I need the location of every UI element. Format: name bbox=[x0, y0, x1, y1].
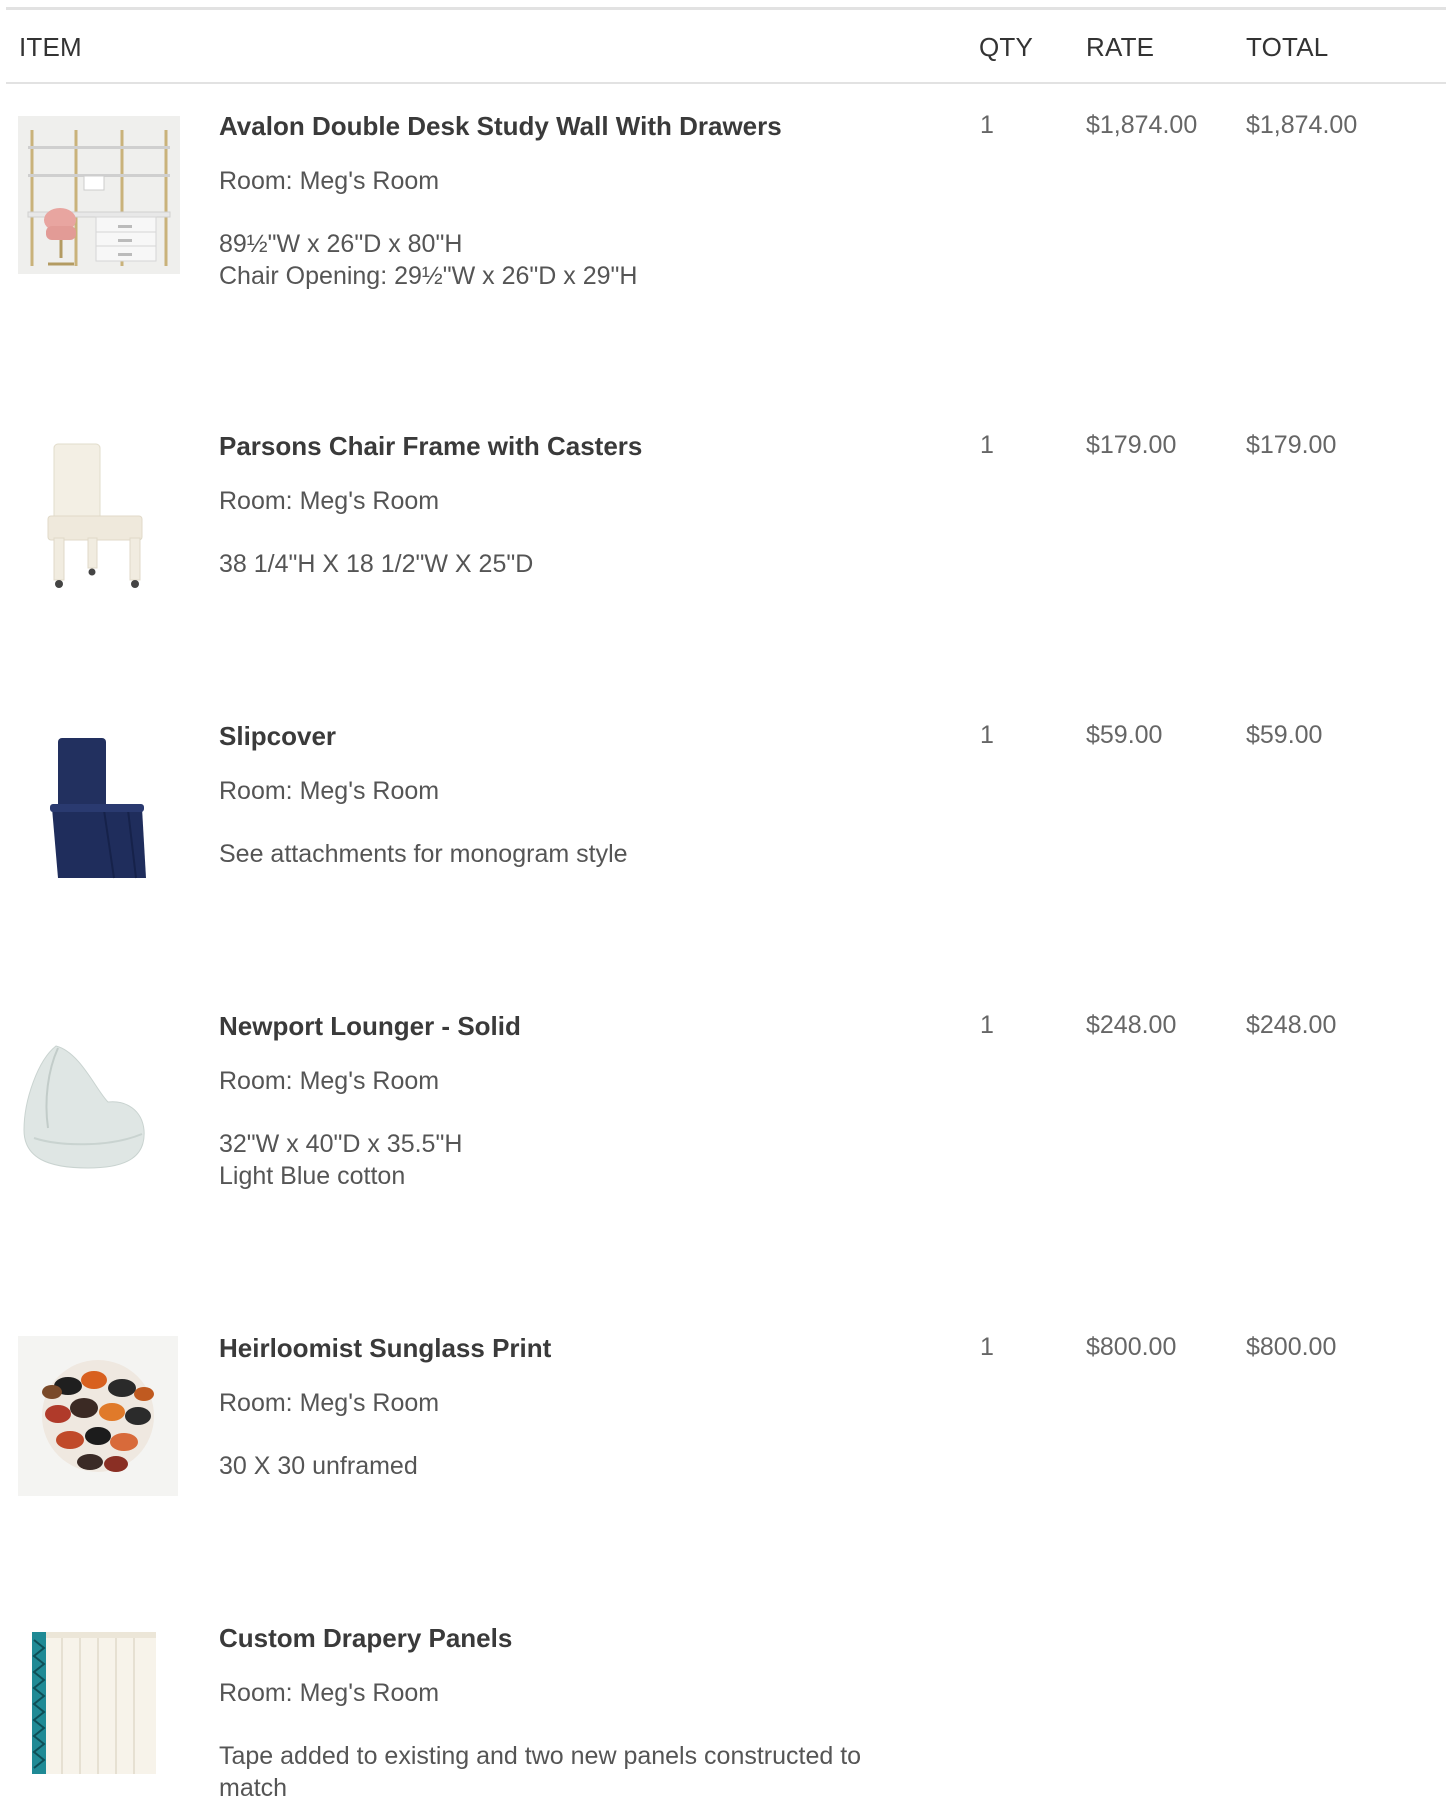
item-note-line: See attachments for monogram style bbox=[219, 840, 628, 868]
chair-frame-image bbox=[18, 438, 180, 603]
item-note-line: 32"W x 40"D x 35.5"H bbox=[219, 1130, 463, 1158]
item-total: $59.00 bbox=[1246, 721, 1323, 749]
item-details: Slipcover Room: Meg's Room See attachmen… bbox=[219, 720, 899, 870]
item-room: Room: Meg's Room bbox=[219, 1679, 440, 1707]
item-details: Heirloomist Sunglass Print Room: Meg's R… bbox=[219, 1332, 899, 1482]
estimate-sheet: ITEM QTY RATE TOTAL Avalon Double Desk S… bbox=[0, 0, 1452, 1802]
item-name: Avalon Double Desk Study Wall With Drawe… bbox=[219, 111, 782, 141]
item-name: Newport Lounger - Solid bbox=[219, 1011, 521, 1041]
item-qty: 1 bbox=[980, 111, 994, 139]
item-rate: $59.00 bbox=[1086, 721, 1163, 749]
desk-wall-image bbox=[18, 116, 180, 279]
item-qty: 1 bbox=[980, 721, 994, 749]
item-note-line: Tape added to existing and two new panel… bbox=[219, 1742, 862, 1802]
item-notes: See attachments for monogram style bbox=[219, 838, 899, 870]
item-room: Room: Meg's Room bbox=[219, 167, 440, 195]
item-total: $800.00 bbox=[1246, 1333, 1337, 1361]
drapery-image bbox=[18, 1630, 180, 1785]
item-details: Avalon Double Desk Study Wall With Drawe… bbox=[219, 110, 899, 292]
item-name: Slipcover bbox=[219, 721, 337, 751]
item-note-line: 89½"W x 26"D x 80"H bbox=[219, 230, 463, 258]
item-room: Room: Meg's Room bbox=[219, 1067, 440, 1095]
item-details: Custom Drapery Panels Room: Meg's Room T… bbox=[219, 1622, 899, 1804]
item-total: $248.00 bbox=[1246, 1011, 1337, 1039]
item-note-line: Chair Opening: 29½"W x 26"D x 29"H bbox=[219, 262, 638, 290]
item-total: $179.00 bbox=[1246, 431, 1337, 459]
header-qty: QTY bbox=[979, 32, 1034, 62]
item-rate: $179.00 bbox=[1086, 431, 1177, 459]
item-name: Custom Drapery Panels bbox=[219, 1623, 513, 1653]
item-details: Newport Lounger - Solid Room: Meg's Room… bbox=[219, 1010, 899, 1192]
item-qty: 1 bbox=[980, 1011, 994, 1039]
item-rate: $1,874.00 bbox=[1086, 111, 1198, 139]
item-notes: 89½"W x 26"D x 80"H Chair Opening: 29½"W… bbox=[219, 228, 899, 292]
header-total: TOTAL bbox=[1246, 32, 1329, 62]
item-note-line: 30 X 30 unframed bbox=[219, 1452, 418, 1480]
item-rate: $800.00 bbox=[1086, 1333, 1177, 1361]
item-name: Parsons Chair Frame with Casters bbox=[219, 431, 643, 461]
item-rate: $248.00 bbox=[1086, 1011, 1177, 1039]
item-name: Heirloomist Sunglass Print bbox=[219, 1333, 552, 1363]
lounger-image bbox=[18, 1030, 180, 1185]
header-item: ITEM bbox=[19, 32, 82, 62]
item-total: $1,874.00 bbox=[1246, 111, 1358, 139]
sunglass-print-image bbox=[18, 1336, 178, 1501]
item-notes: 30 X 30 unframed bbox=[219, 1450, 899, 1482]
item-room: Room: Meg's Room bbox=[219, 777, 440, 805]
slipcover-image bbox=[18, 728, 180, 893]
item-notes: 32"W x 40"D x 35.5"H Light Blue cotton bbox=[219, 1128, 899, 1192]
item-qty: 1 bbox=[980, 431, 994, 459]
item-qty: 1 bbox=[980, 1333, 994, 1361]
item-note-line: Light Blue cotton bbox=[219, 1162, 406, 1190]
item-note-line: 38 1/4"H X 18 1/2"W X 25"D bbox=[219, 550, 534, 578]
item-details: Parsons Chair Frame with Casters Room: M… bbox=[219, 430, 899, 580]
item-notes: Tape added to existing and two new panel… bbox=[219, 1740, 899, 1804]
header-rate: RATE bbox=[1086, 32, 1155, 62]
item-room: Room: Meg's Room bbox=[219, 487, 440, 515]
item-notes: 38 1/4"H X 18 1/2"W X 25"D bbox=[219, 548, 899, 580]
item-room: Room: Meg's Room bbox=[219, 1389, 440, 1417]
table-header: ITEM QTY RATE TOTAL bbox=[6, 10, 1446, 84]
